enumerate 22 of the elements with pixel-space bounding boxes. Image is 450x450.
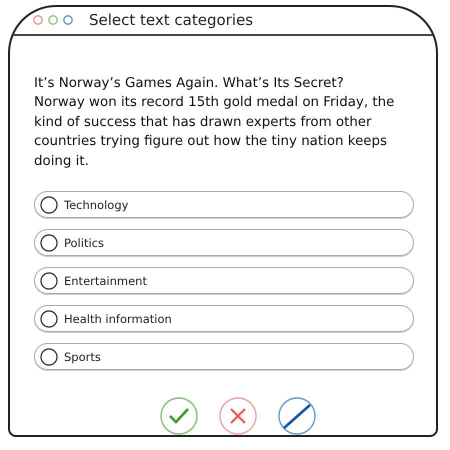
radio-button[interactable] [40,310,58,328]
radio-button[interactable] [40,196,58,214]
window-maximize-icon[interactable] [63,15,73,26]
category-option[interactable]: Sports [34,343,414,370]
article-headline: It’s Norway’s Games Again. What’s Its Secret? [34,74,345,92]
confirm-button[interactable] [160,397,198,435]
option-label: Technology [64,198,128,212]
option-label: Sports [64,350,101,364]
option-label: Health information [64,312,172,326]
radio-button[interactable] [40,272,58,290]
window-title: Select text categories [89,11,254,30]
radio-button[interactable] [40,348,58,366]
option-label: Entertainment [64,274,147,288]
radio-button[interactable] [40,234,58,252]
category-option[interactable]: Technology [34,191,414,218]
clear-button[interactable] [278,397,316,435]
category-option[interactable]: Health information [34,305,414,332]
option-label: Politics [64,236,104,250]
article-text: Norway won its record 15th gold medal on Friday, the kind of success that has drawn experts from other countries trying figure out how the tiny nation keeps doing it. [34,94,396,170]
category-option[interactable]: Entertainment [34,267,414,294]
cancel-button[interactable] [219,397,257,435]
category-option[interactable]: Politics [34,229,414,256]
